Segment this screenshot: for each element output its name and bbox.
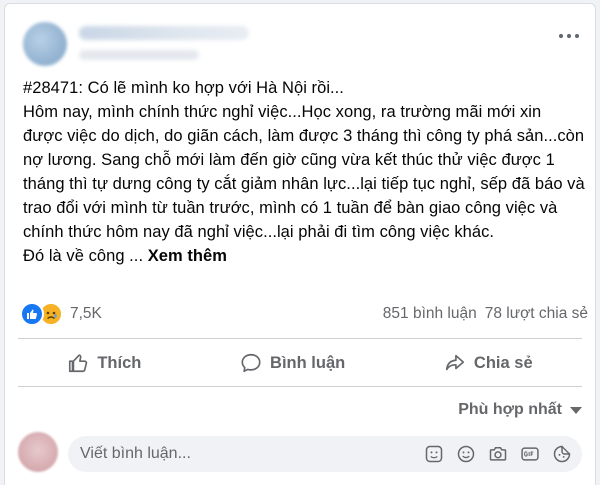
avatar-sticker-icon[interactable] — [552, 444, 572, 464]
post-body: #28471: Có lẽ mình ko hợp với Hà Nội rồi… — [23, 76, 585, 268]
like-label: Thích — [97, 353, 142, 372]
post-meta-blurred — [79, 50, 199, 60]
current-user-avatar[interactable] — [18, 432, 58, 472]
gif-icon[interactable] — [520, 444, 540, 464]
comment-label: Bình luận — [270, 353, 346, 372]
divider-bottom — [18, 386, 582, 387]
thumbs-up-icon — [69, 354, 88, 373]
more-options-icon[interactable] — [556, 28, 582, 44]
comment-tools — [424, 444, 582, 464]
comment-icon — [241, 353, 261, 373]
comment-button[interactable]: Bình luận — [220, 352, 365, 374]
post-truncated-text: Đó là về công ... — [23, 247, 144, 265]
emoji-icon[interactable] — [456, 444, 476, 464]
post-truncated-line: Đó là về công ... Xem thêm — [23, 244, 585, 268]
see-more-link[interactable]: Xem thêm — [148, 247, 227, 265]
comment-input[interactable]: Viết bình luận... — [68, 436, 582, 472]
post-title-line: #28471: Có lẽ mình ko hợp với Hà Nội rồi… — [23, 79, 344, 97]
action-bar: Thích Bình luận Chia sẻ — [18, 341, 582, 385]
share-icon — [445, 354, 464, 371]
camera-icon[interactable] — [488, 444, 508, 464]
reaction-summary[interactable]: 7,5K — [20, 302, 102, 326]
like-button[interactable]: Thích — [47, 352, 161, 374]
author-avatar[interactable] — [23, 22, 67, 66]
reaction-count: 7,5K — [70, 305, 102, 322]
sticker-icon[interactable] — [424, 444, 444, 464]
divider-top — [18, 338, 582, 339]
author-name-blurred[interactable] — [79, 26, 249, 40]
post-paragraph: Hôm nay, mình chính thức nghỉ việc...Học… — [23, 103, 585, 241]
comment-count[interactable]: 851 bình luận — [383, 305, 477, 323]
share-count[interactable]: 78 lượt chia sẻ — [485, 305, 588, 323]
share-label: Chia sẻ — [473, 353, 533, 372]
like-reaction-icon — [20, 302, 44, 326]
share-button[interactable]: Chia sẻ — [424, 352, 553, 374]
sort-label: Phù hợp nhất — [458, 401, 562, 418]
engagement-stats: 851 bình luận 78 lượt chia sẻ — [383, 305, 588, 323]
comment-sort-dropdown[interactable]: Phù hợp nhất — [458, 401, 582, 419]
caret-down-icon — [570, 406, 582, 414]
comment-placeholder[interactable]: Viết bình luận... — [80, 445, 424, 463]
